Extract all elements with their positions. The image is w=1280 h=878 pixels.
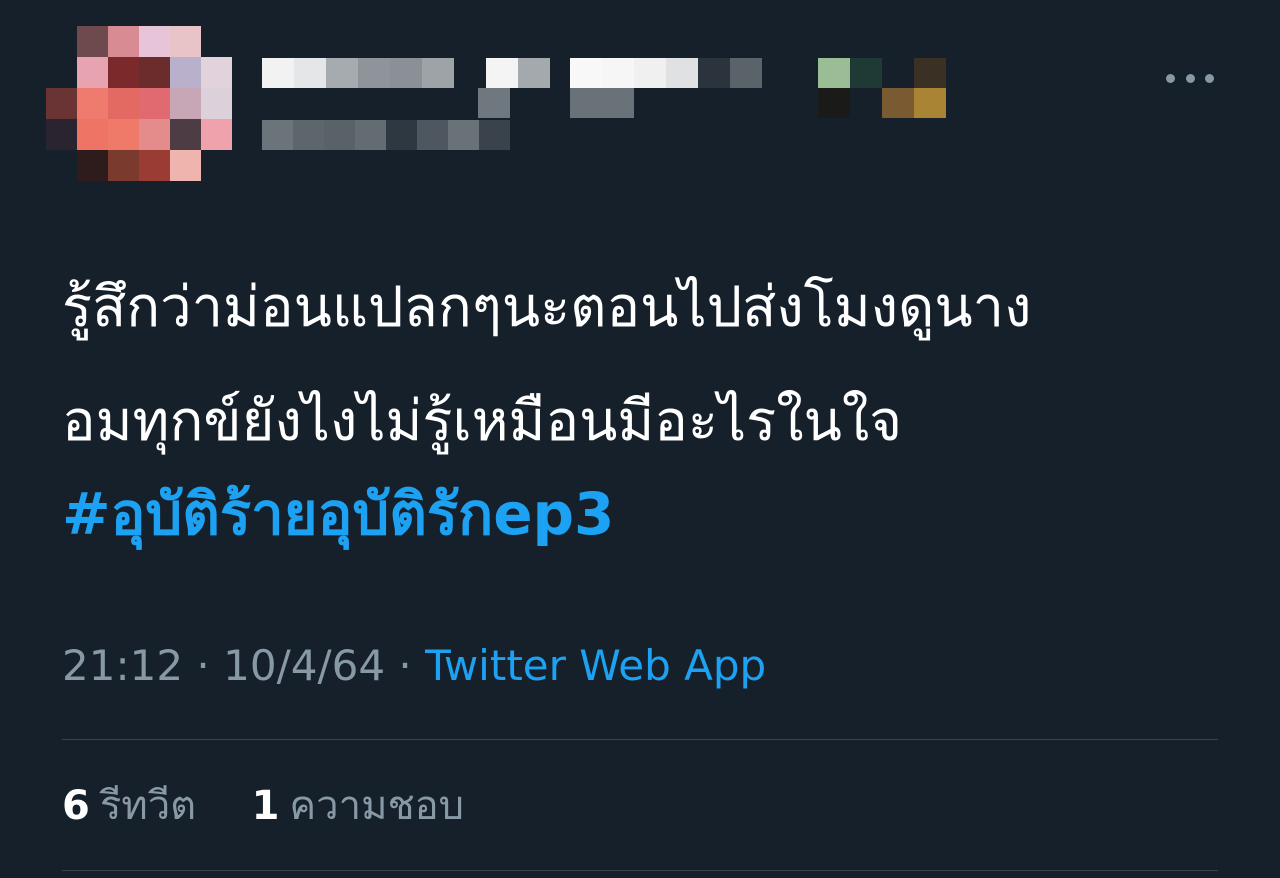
more-horizontal-icon-dot bbox=[1205, 73, 1214, 83]
tweet-source-link[interactable]: Twitter Web App bbox=[425, 641, 766, 690]
tweet-text-line: รู้สึกว่าม่อนแปลกๆนะตอนไปส่งโมงดูนาง bbox=[62, 275, 1032, 340]
display-name[interactable] bbox=[262, 58, 550, 88]
meta-separator: · bbox=[196, 641, 210, 690]
retweets-stat[interactable]: 6 รีทวีต bbox=[62, 783, 209, 829]
hashtag-link[interactable]: #อุบัติร้ายอุบัติรักep3 bbox=[62, 482, 614, 546]
retweet-count: 6 bbox=[62, 783, 90, 829]
meta-separator: · bbox=[398, 641, 412, 690]
display-name-emoji bbox=[818, 58, 946, 88]
more-horizontal-icon bbox=[1166, 73, 1175, 83]
like-label: ความชอบ bbox=[289, 783, 465, 829]
tweet-text-line: อมทุกข์ยังไงไม่รู้เหมือนมีอะไรในใจ bbox=[62, 389, 902, 454]
display-name-fragment bbox=[478, 88, 510, 118]
likes-stat[interactable]: 1 ความชอบ bbox=[252, 783, 464, 829]
more-horizontal-icon-dot bbox=[1185, 73, 1195, 83]
tweet-detail: รู้สึกว่าม่อนแปลกๆนะตอนไปส่งโมงดูนาง อมท… bbox=[0, 0, 1280, 878]
display-name-fragment bbox=[570, 88, 634, 118]
tweet-meta: 21:12 · 10/4/64 · Twitter Web App bbox=[62, 640, 766, 692]
avatar[interactable] bbox=[46, 26, 232, 182]
tweet-stats: 6 รีทวีต 1 ความชอบ bbox=[62, 780, 464, 832]
more-options-button[interactable] bbox=[1166, 66, 1214, 90]
tweet-date[interactable]: 10/4/64 bbox=[223, 641, 385, 690]
display-name-fragment bbox=[570, 58, 762, 88]
tweet-time[interactable]: 21:12 bbox=[62, 641, 183, 690]
divider bbox=[62, 870, 1218, 871]
username-handle[interactable] bbox=[262, 120, 510, 150]
divider bbox=[62, 739, 1218, 740]
retweet-label: รีทวีต bbox=[99, 783, 197, 829]
tweet-text: รู้สึกว่าม่อนแปลกๆนะตอนไปส่งโมงดูนาง อมท… bbox=[62, 278, 1232, 452]
like-count: 1 bbox=[251, 783, 280, 829]
display-name-emoji bbox=[818, 88, 946, 118]
